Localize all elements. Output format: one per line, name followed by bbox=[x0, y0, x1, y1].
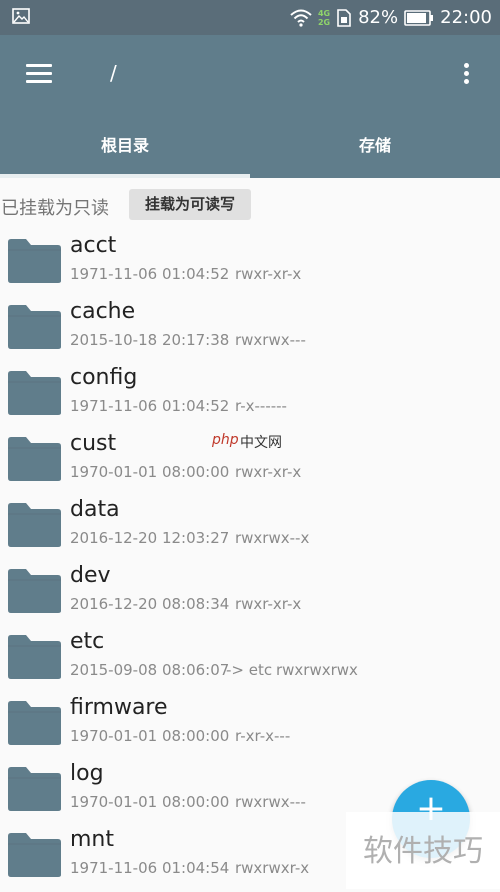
clock: 22:00 bbox=[440, 7, 492, 28]
file-name: cache bbox=[70, 299, 136, 324]
watermark-php: php bbox=[212, 432, 239, 448]
file-date: 1970-01-01 08:00:00 bbox=[70, 727, 230, 745]
tab-storage[interactable]: 存储 bbox=[250, 112, 500, 178]
watermark-corner: 软件技巧 bbox=[346, 812, 500, 889]
file-row-etc[interactable]: etc 2015-09-08 08:06:07 -> etc rwxrwxrwx bbox=[0, 626, 500, 692]
file-row-dev[interactable]: dev 2016-12-20 08:08:34 rwxr-xr-x bbox=[0, 560, 500, 626]
folder-icon bbox=[6, 766, 62, 812]
file-name: firmware bbox=[70, 695, 168, 720]
file-date: 2015-09-08 08:06:07 bbox=[70, 661, 230, 679]
file-date: 2015-10-18 20:17:38 bbox=[70, 331, 230, 349]
folder-icon bbox=[6, 700, 62, 746]
folder-icon bbox=[6, 502, 62, 548]
file-row-firmware[interactable]: firmware 1970-01-01 08:00:00 r-xr-x--- bbox=[0, 692, 500, 758]
mount-read-write-button[interactable]: 挂载为可读写 bbox=[129, 189, 251, 220]
file-date: 1971-11-06 01:04:54 bbox=[70, 859, 230, 877]
folder-icon bbox=[6, 436, 62, 482]
wifi-icon bbox=[290, 9, 312, 27]
app-toolbar: / bbox=[0, 35, 500, 112]
tab-root[interactable]: 根目录 bbox=[0, 112, 250, 178]
file-row-cache[interactable]: cache 2015-10-18 20:17:38 rwxrwx--- bbox=[0, 296, 500, 362]
file-permissions: rwxrwx--x bbox=[235, 529, 310, 547]
file-date: 1970-01-01 08:00:00 bbox=[70, 463, 230, 481]
file-date: 1971-11-06 01:04:52 bbox=[70, 265, 230, 283]
sim-icon bbox=[337, 8, 351, 27]
file-permissions: r-xr-x--- bbox=[235, 727, 291, 745]
file-permissions: rwxr-xr-x bbox=[235, 463, 302, 481]
file-permissions: r-x------ bbox=[235, 397, 287, 415]
watermark-site: 中文网 bbox=[240, 435, 282, 451]
file-symlink-target: -> etc bbox=[226, 661, 273, 679]
current-path: / bbox=[110, 61, 117, 85]
battery-percent: 82% bbox=[358, 7, 399, 28]
file-permissions: rwxrwx--- bbox=[235, 331, 306, 349]
file-permissions: rwxrwxr-x bbox=[235, 859, 310, 877]
file-date: 1970-01-01 08:00:00 bbox=[70, 793, 230, 811]
file-row-data[interactable]: data 2016-12-20 12:03:27 rwxrwx--x bbox=[0, 494, 500, 560]
file-date: 1971-11-06 01:04:52 bbox=[70, 397, 230, 415]
file-name: dev bbox=[70, 563, 111, 588]
file-row-config[interactable]: config 1971-11-06 01:04:52 r-x------ bbox=[0, 362, 500, 428]
mount-status-label: 已挂载为只读 bbox=[1, 198, 109, 219]
file-row-acct[interactable]: acct 1971-11-06 01:04:52 rwxr-xr-x bbox=[0, 230, 500, 296]
more-vert-icon[interactable] bbox=[464, 63, 470, 87]
file-name: mnt bbox=[70, 827, 114, 852]
file-permissions: rwxr-xr-x bbox=[235, 265, 302, 283]
file-name: acct bbox=[70, 233, 117, 258]
folder-icon bbox=[6, 634, 62, 680]
tab-bar: 根目录 存储 bbox=[0, 112, 500, 178]
folder-icon bbox=[6, 832, 62, 878]
network-4g-label: 4G bbox=[317, 8, 331, 18]
folder-icon bbox=[6, 238, 62, 284]
status-bar: 4G 2G 82% 22:00 bbox=[0, 0, 500, 35]
folder-icon bbox=[6, 568, 62, 614]
file-name: config bbox=[70, 365, 138, 390]
file-name: cust bbox=[70, 431, 117, 456]
file-permissions: rwxrwx--- bbox=[235, 793, 306, 811]
network-type-indicator: 4G 2G bbox=[318, 9, 330, 27]
file-permissions: rwxr-xr-x bbox=[235, 595, 302, 613]
file-name: log bbox=[70, 761, 104, 786]
battery-icon bbox=[404, 9, 434, 26]
mount-status-row: 已挂载为只读 挂载为可读写 bbox=[0, 188, 500, 222]
file-name: etc bbox=[70, 629, 105, 654]
hamburger-menu-icon[interactable] bbox=[26, 64, 52, 84]
network-2g-label: 2G bbox=[317, 17, 331, 27]
file-date: 2016-12-20 12:03:27 bbox=[70, 529, 230, 547]
folder-icon bbox=[6, 370, 62, 416]
folder-icon bbox=[6, 304, 62, 350]
file-date: 2016-12-20 08:08:34 bbox=[70, 595, 230, 613]
gallery-notification-icon bbox=[12, 8, 30, 24]
file-permissions: rwxrwxrwx bbox=[276, 661, 358, 679]
file-name: data bbox=[70, 497, 120, 522]
